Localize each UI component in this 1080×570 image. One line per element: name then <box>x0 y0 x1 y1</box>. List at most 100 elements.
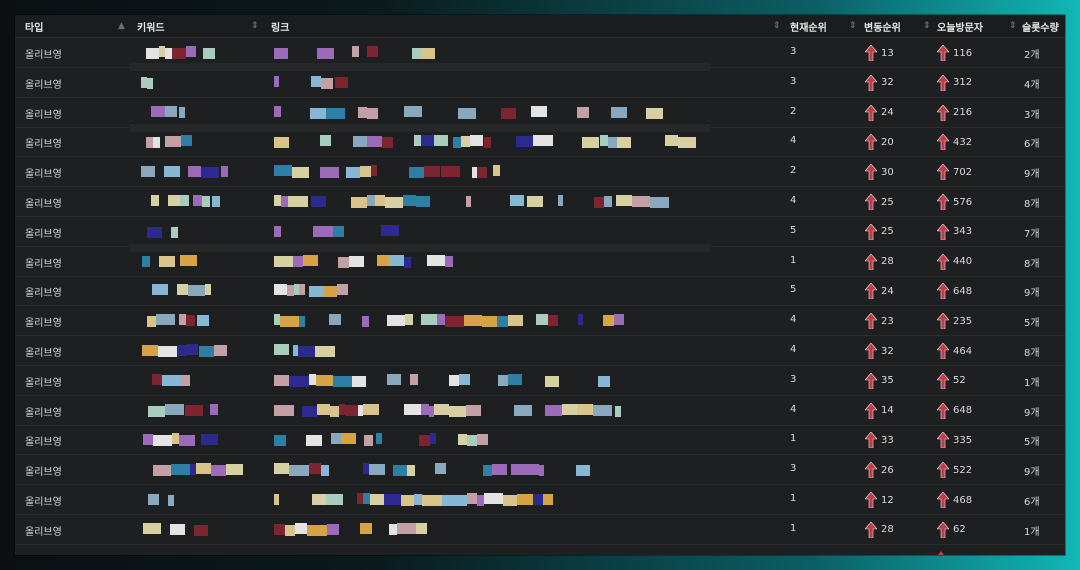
row-divider-band <box>130 124 710 132</box>
today-visitors: 52 <box>937 372 966 389</box>
table-row[interactable]: 올리브영 5 25 343 7개 <box>15 216 1065 247</box>
today-visitors: 116 <box>937 45 972 61</box>
row-type: 올리브영 <box>25 228 62 240</box>
row-type: 올리브영 <box>25 169 62 181</box>
rank-change-value: 28 <box>881 256 894 268</box>
today-visitors: 62 <box>937 521 966 538</box>
row-type: 올리브영 <box>25 50 62 61</box>
red-up-arrow-icon <box>937 253 949 270</box>
slot-count: 4개 <box>1024 79 1040 91</box>
red-up-arrow-icon <box>937 283 949 300</box>
current-rank: 4 <box>790 135 797 147</box>
table-row[interactable]: 올리브영 4 25 576 8개 <box>15 186 1065 217</box>
red-up-arrow-icon <box>937 521 949 538</box>
visitors-value: 52 <box>953 375 966 387</box>
rank-change-value: 32 <box>881 345 894 357</box>
rank-change: 32 <box>865 343 894 359</box>
red-up-arrow-icon <box>865 134 877 151</box>
today-visitors: 702 <box>937 164 972 181</box>
slot-count: 9개 <box>1024 407 1040 419</box>
row-type: 올리브영 <box>25 437 62 449</box>
red-up-arrow-icon <box>937 313 949 330</box>
red-up-arrow-icon <box>865 223 877 240</box>
visitors-value: 440 <box>953 256 973 268</box>
table-row[interactable]: 올리브영 2 24 216 3개 <box>15 97 1065 128</box>
table-row[interactable]: 올리브영 1 28 62 1개 <box>15 514 1065 545</box>
rank-change: 20 <box>865 134 894 151</box>
today-visitors: 343 <box>937 223 972 240</box>
current-rank: 4 <box>790 344 797 355</box>
sort-arrows-icon[interactable]: ▲ <box>118 21 125 31</box>
rank-change-value: 32 <box>881 77 894 89</box>
sort-arrows-icon[interactable]: ⇕ <box>251 21 259 31</box>
row-type: 올리브영 <box>25 109 62 121</box>
red-up-arrow-icon <box>937 462 949 479</box>
rank-change: 14 <box>865 402 894 419</box>
current-rank: 2 <box>790 165 797 177</box>
slot-count: 2개 <box>1024 50 1040 61</box>
rank-change: 26 <box>865 462 894 479</box>
header-visitors[interactable]: 오늘방문자 <box>937 15 983 37</box>
table-row[interactable]: 올리브영 4 32 464 8개 <box>15 335 1065 366</box>
table-row[interactable]: 올리브영 4 14 648 9개 <box>15 395 1065 426</box>
sort-arrows-icon[interactable]: ⇕ <box>1009 21 1017 31</box>
current-rank: 1 <box>790 254 797 266</box>
rank-change-value: 35 <box>881 375 894 387</box>
table-row[interactable]: 올리브영 1 12 468 6개 <box>15 484 1065 515</box>
row-type: 올리브영 <box>25 318 62 330</box>
today-visitors: 312 <box>937 74 972 91</box>
rank-change-value: 24 <box>881 285 894 297</box>
current-rank: 5 <box>790 284 797 296</box>
current-rank: 1 <box>790 522 797 534</box>
slot-count: 8개 <box>1024 258 1040 270</box>
visitors-value: 648 <box>953 285 973 297</box>
current-rank: 3 <box>790 75 797 87</box>
current-rank: 4 <box>790 195 797 206</box>
table-row[interactable]: 올리브영 4 23 235 5개 <box>15 305 1065 337</box>
red-up-arrow-icon <box>865 194 877 210</box>
red-up-arrow-icon <box>937 74 949 91</box>
table-row[interactable]: 올리브영 5 24 648 9개 <box>15 275 1065 307</box>
row-type: 올리브영 <box>25 258 62 270</box>
red-up-arrow-icon <box>937 134 949 151</box>
header-type[interactable]: 타입 <box>25 15 43 37</box>
sort-arrows-icon[interactable]: ⇕ <box>773 21 781 31</box>
header-rank[interactable]: 현재순위 <box>790 15 827 37</box>
sort-arrows-icon[interactable]: ⇕ <box>923 21 931 31</box>
table-row[interactable]: 올리브영 3 32 312 4개 <box>15 67 1065 98</box>
red-up-arrow-icon <box>937 402 949 419</box>
red-up-arrow-icon <box>865 343 877 359</box>
current-rank: 3 <box>790 463 797 475</box>
row-type: 올리브영 <box>25 497 62 508</box>
header-keyword[interactable]: 키워드 <box>137 15 165 37</box>
header-change[interactable]: 변동순위 <box>864 15 901 37</box>
red-up-arrow-icon <box>865 283 877 300</box>
today-visitors: 648 <box>937 402 972 419</box>
current-rank: 1 <box>790 493 797 504</box>
red-up-arrow-icon <box>865 402 877 419</box>
table-row[interactable]: 올리브영 1 33 335 5개 <box>15 424 1065 456</box>
visitors-value: 62 <box>953 524 966 536</box>
visitors-value: 522 <box>953 464 973 476</box>
slot-count: 6개 <box>1024 139 1040 151</box>
header-slots[interactable]: 슬롯수량 <box>1022 15 1059 37</box>
rank-change: 28 <box>865 253 894 270</box>
red-up-arrow-icon <box>865 45 877 61</box>
slot-count: 5개 <box>1024 437 1040 449</box>
table-row[interactable]: 올리브영 3 35 52 1개 <box>15 365 1065 396</box>
current-rank: 4 <box>790 403 797 415</box>
today-visitors: 522 <box>937 462 973 479</box>
table-row[interactable]: 올리브영 2 30 702 9개 <box>15 156 1065 188</box>
red-up-arrow-icon <box>937 372 949 389</box>
table-row[interactable]: 올리브영 3 26 522 9개 <box>15 454 1065 486</box>
red-up-arrow-icon <box>865 74 877 91</box>
slot-count: 9개 <box>1024 288 1040 300</box>
rank-change: 12 <box>865 492 894 508</box>
today-visitors: 432 <box>937 134 972 151</box>
red-up-arrow-icon <box>937 223 949 240</box>
header-link[interactable]: 링크 <box>271 15 289 37</box>
rank-change-value: 20 <box>881 136 894 148</box>
today-visitors: 576 <box>937 194 972 210</box>
visitors-value: 468 <box>953 494 973 506</box>
sort-arrows-icon[interactable]: ⇕ <box>849 21 857 31</box>
